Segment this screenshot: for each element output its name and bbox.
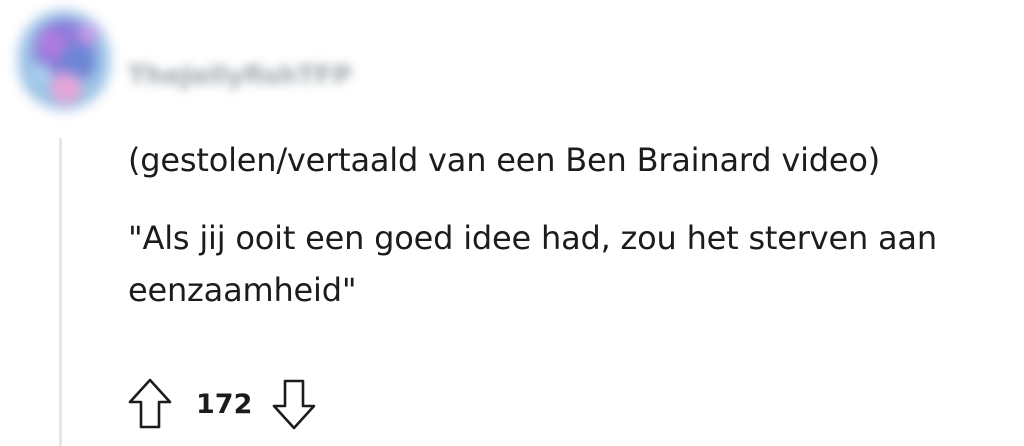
avatar-image [18, 10, 110, 110]
comment-body: (gestolen/vertaald van een Ben Brainard … [128, 134, 1008, 316]
vote-score: 172 [196, 388, 253, 420]
upvote-button[interactable] [124, 372, 176, 436]
comment-paragraph-2: "Als jij ooit een goed idee had, zou het… [128, 219, 937, 309]
arrow-up-icon [128, 378, 172, 429]
avatar[interactable] [18, 10, 110, 110]
downvote-button[interactable] [268, 372, 320, 436]
vote-actions: 172 [124, 372, 320, 436]
username[interactable]: TheJellyfishTFP [128, 56, 352, 96]
comment: TheJellyfishTFP (gestolen/vertaald van e… [0, 0, 1024, 446]
comment-paragraph-1: (gestolen/vertaald van een Ben Brainard … [128, 141, 881, 179]
thread-line[interactable] [59, 138, 62, 446]
arrow-down-icon [273, 379, 316, 430]
